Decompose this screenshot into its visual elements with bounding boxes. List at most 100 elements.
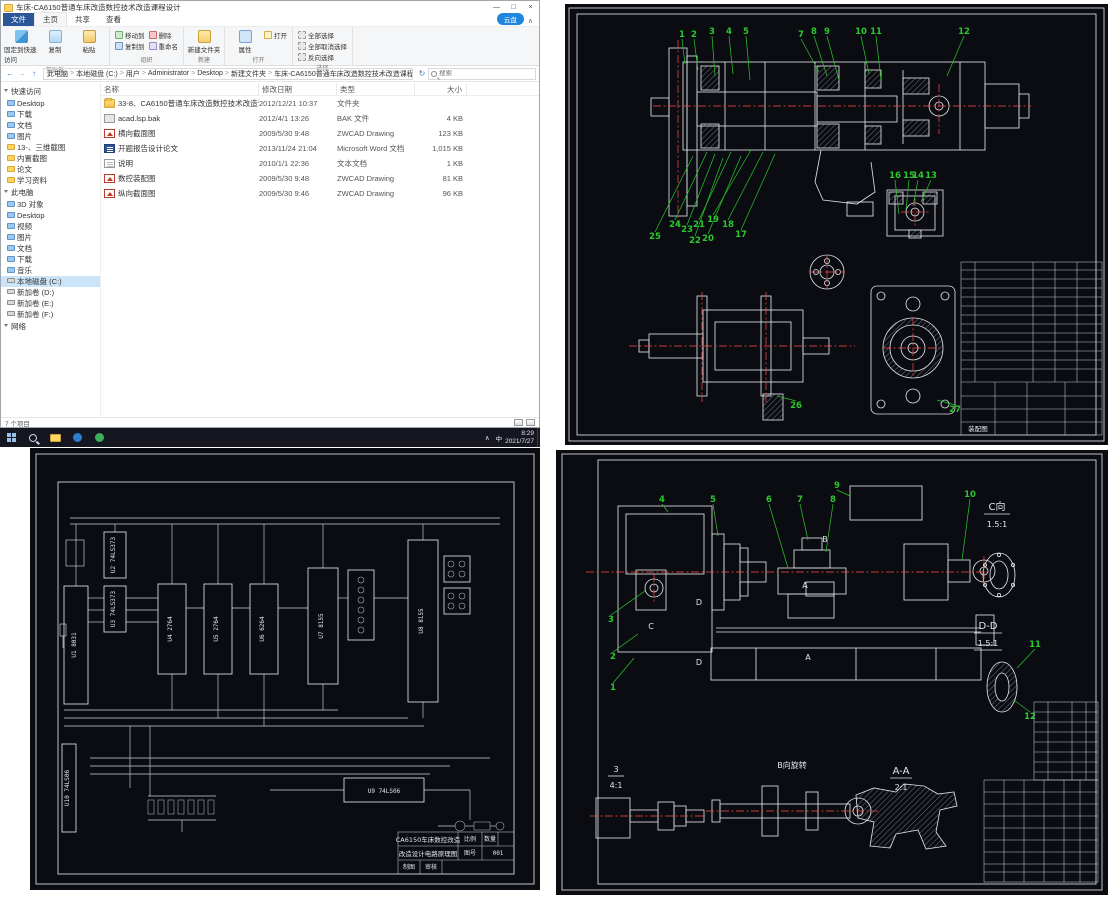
sidebar-item-folder[interactable]: 13-、三维截图 [1, 142, 100, 153]
taskbar-clock[interactable]: 8:29 2021/7/27 [505, 430, 537, 446]
chevron-icon: > [268, 70, 273, 77]
minimize-button[interactable]: — [488, 2, 505, 14]
properties-button[interactable]: 属性 [228, 29, 262, 54]
thumbnail-view-icon[interactable] [526, 419, 535, 426]
column-size[interactable]: 大小 [415, 83, 467, 95]
rename-button[interactable]: 重命名 [147, 40, 181, 51]
breadcrumb[interactable]: 此电脑 > 本地磁盘 (C:) > 用户 > Administrator > Deskt… [43, 67, 413, 80]
sidebar-item-downloads[interactable]: 下载 [1, 109, 100, 120]
explorer-content: 快速访问 Desktop 下载 文档 图片 13-、三维截图 内置截图 论文 学… [1, 83, 539, 417]
breadcrumb-segment[interactable]: 车床-CA6150普通车床改造数控技术改造课程设计 [274, 69, 412, 79]
column-type[interactable]: 类型 [337, 83, 415, 95]
copy-to-button[interactable]: 复制到 [113, 40, 147, 51]
move-to-button[interactable]: 移动到 [113, 29, 147, 40]
close-button[interactable]: × [522, 2, 539, 14]
svg-text:25: 25 [649, 232, 661, 242]
breadcrumb-segment[interactable]: 用户 [126, 69, 140, 79]
rename-icon [148, 41, 157, 50]
browser-taskbar-icon[interactable] [66, 428, 88, 447]
sidebar-item-local-disk-c[interactable]: 本地磁盘 (C:) [1, 276, 100, 287]
sidebar-item-folder[interactable]: 内置截图 [1, 153, 100, 164]
ic-label-u5: U5 2764 [213, 616, 220, 642]
tab-view[interactable]: 查看 [98, 13, 129, 26]
sidebar-item-volume-e[interactable]: 新加卷 (E:) [1, 298, 100, 309]
sidebar-item-desktop[interactable]: Desktop [1, 98, 100, 109]
start-button[interactable] [0, 428, 22, 447]
new-folder-button[interactable]: 新建文件夹 [187, 29, 221, 54]
sidebar-item-desktop[interactable]: Desktop [1, 210, 100, 221]
svg-text:3: 3 [709, 27, 715, 37]
cloud-sync-button[interactable]: 云盘 [496, 13, 524, 25]
qty-label: 数量 [484, 835, 496, 843]
search-input[interactable] [439, 70, 527, 77]
file-row[interactable]: 开题报告设计论文 2013/11/24 21:04 Microsoft Word… [101, 141, 539, 156]
sidebar-item-documents[interactable]: 文档 [1, 120, 100, 131]
up-button[interactable]: ↑ [28, 69, 40, 78]
quick-access-header[interactable]: 快速访问 [1, 85, 100, 98]
back-button[interactable]: ← [4, 69, 16, 78]
show-desktop-button[interactable] [537, 428, 540, 447]
sidebar-item-downloads[interactable]: 下载 [1, 254, 100, 265]
pin-quick-access-button[interactable]: 固定到快速访问 [4, 29, 38, 64]
file-row[interactable]: acad.lsp.bak 2012/4/1 13:26 BAK 文件 4 KB [101, 111, 539, 126]
scale-label: 比例 [464, 835, 476, 843]
tab-home[interactable]: 主页 [34, 12, 67, 26]
sidebar-item-documents[interactable]: 文档 [1, 243, 100, 254]
maximize-button[interactable]: □ [505, 2, 522, 14]
invert-selection-button[interactable]: 反向选择 [296, 51, 349, 62]
tab-file[interactable]: 文件 [3, 13, 34, 26]
app-taskbar-icon[interactable] [88, 428, 110, 447]
refresh-icon[interactable]: ↻ [416, 69, 428, 78]
tab-share[interactable]: 共享 [67, 13, 98, 26]
window-title: 车床-CA6150普通车床改造数控技术改造课程设计 [16, 3, 181, 12]
sidebar-item-folder[interactable]: 论文 [1, 164, 100, 175]
sidebar-item-volume-f[interactable]: 新加卷 (F:) [1, 309, 100, 320]
file-row[interactable]: 33-8、CA6150普通车床改造数控技术改造课程设计 2012/12/21 1… [101, 96, 539, 111]
forward-button[interactable]: → [16, 69, 28, 78]
app-icon [94, 433, 104, 442]
folder-icon [7, 144, 15, 150]
svg-text:12: 12 [958, 27, 970, 37]
breadcrumb-segment[interactable]: 本地磁盘 (C:) [76, 69, 118, 79]
copy-button[interactable]: 复制 [38, 29, 72, 54]
title-line2: 改造设计电路原理图 [399, 849, 458, 858]
sidebar-item-folder[interactable]: 学习资料 [1, 175, 100, 186]
this-pc-header[interactable]: 此电脑 [1, 186, 100, 199]
select-all-button[interactable]: 全部选择 [296, 29, 349, 40]
folder-icon [104, 98, 115, 108]
sidebar-item-music[interactable]: 音乐 [1, 265, 100, 276]
column-date[interactable]: 修改日期 [259, 83, 337, 95]
paste-button[interactable]: 粘贴 [72, 29, 106, 54]
chevron-icon: > [141, 70, 146, 77]
file-row[interactable]: 纵向截面图 2009/5/30 9:46 ZWCAD Drawing 96 KB [101, 186, 539, 201]
open-button[interactable]: 打开 [262, 29, 289, 40]
navigation-pane: 快速访问 Desktop 下载 文档 图片 13-、三维截图 内置截图 论文 学… [1, 83, 101, 417]
svg-text:6: 6 [766, 495, 772, 505]
sidebar-item-videos[interactable]: 视频 [1, 221, 100, 232]
tray-chevron-icon[interactable]: ∧ [482, 434, 493, 442]
file-row[interactable]: 数控装配图 2009/5/30 9:48 ZWCAD Drawing 81 KB [101, 171, 539, 186]
sidebar-item-pictures[interactable]: 图片 [1, 232, 100, 243]
paste-icon [82, 30, 96, 43]
select-none-button[interactable]: 全部取消选择 [296, 40, 349, 51]
sidebar-item-pictures[interactable]: 图片 [1, 131, 100, 142]
ime-indicator[interactable]: 中 [493, 433, 506, 443]
breadcrumb-segment[interactable]: 此电脑 [47, 69, 68, 79]
sidebar-item-volume-d[interactable]: 新加卷 (D:) [1, 287, 100, 298]
column-name[interactable]: 名称 [101, 83, 259, 95]
breadcrumb-segment[interactable]: 新建文件夹 [231, 69, 266, 79]
file-explorer-taskbar-icon[interactable] [44, 428, 66, 447]
search-button[interactable] [22, 428, 44, 447]
svg-text:3: 3 [608, 615, 614, 625]
drawing-frame [35, 453, 535, 885]
breadcrumb-segment[interactable]: Administrator [148, 70, 189, 77]
details-view-icon[interactable] [514, 419, 523, 426]
file-row[interactable]: 横向截面图 2009/5/30 9:48 ZWCAD Drawing 123 K… [101, 126, 539, 141]
svg-text:11: 11 [870, 27, 882, 37]
network-header[interactable]: 网络 [1, 320, 100, 333]
delete-button[interactable]: 删除 [147, 29, 181, 40]
breadcrumb-segment[interactable]: Desktop [197, 70, 223, 77]
sidebar-item-3d-objects[interactable]: 3D 对象 [1, 199, 100, 210]
file-row[interactable]: 说明 2010/1/1 22:36 文本文档 1 KB [101, 156, 539, 171]
collapse-ribbon-icon[interactable]: ∧ [528, 17, 533, 25]
